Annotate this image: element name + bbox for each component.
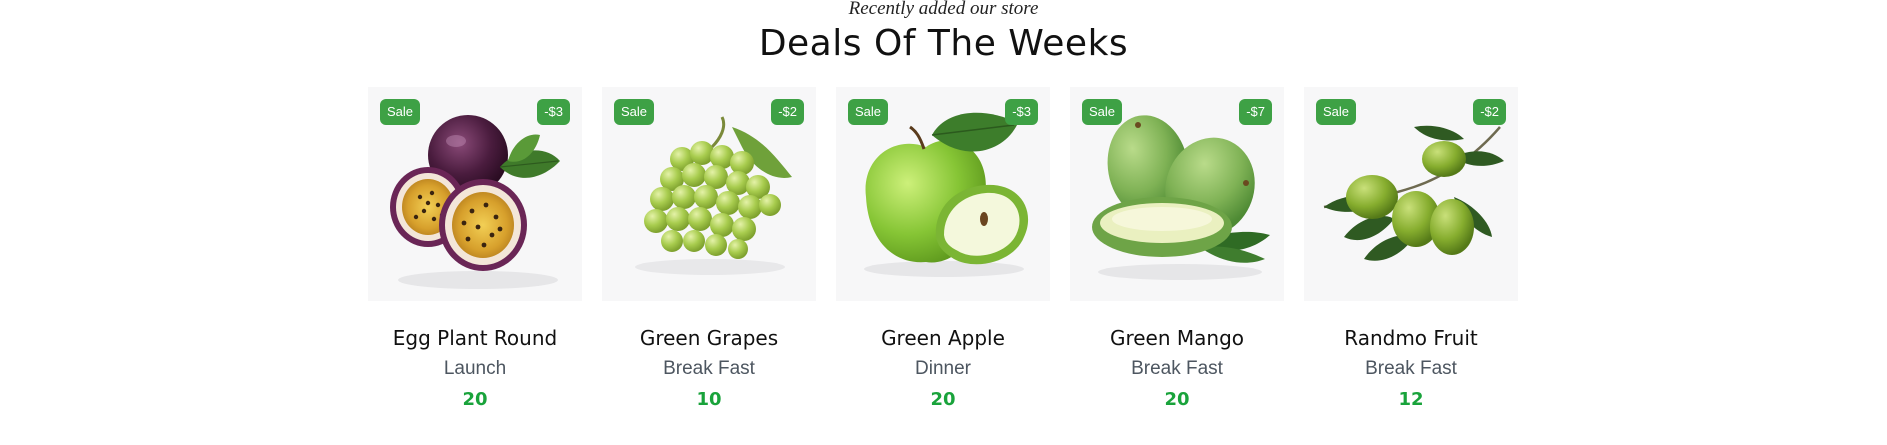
discount-badge: -$3 <box>1005 99 1038 125</box>
product-thumbnail[interactable]: Sale -$2 <box>1304 87 1518 301</box>
product-price: 20 <box>1164 389 1190 410</box>
product-thumbnail[interactable]: Sale -$3 <box>368 87 582 301</box>
sale-badge: Sale <box>1082 99 1123 125</box>
product-price: 10 <box>696 389 722 410</box>
product-category: Dinner <box>915 358 971 379</box>
product-card[interactable]: Sale -$3 Egg Plant Round Launch 20 <box>368 87 582 411</box>
product-category: Break Fast <box>1365 358 1457 379</box>
product-name[interactable]: Green Apple <box>836 325 1050 351</box>
product-price: 12 <box>1398 389 1424 410</box>
product-category: Break Fast <box>1131 358 1223 379</box>
sale-badge: Sale <box>614 99 655 125</box>
product-thumbnail[interactable]: Sale -$3 <box>836 87 1050 301</box>
product-card[interactable]: Sale -$2 Randmo Fruit Break Fast 12 <box>1304 87 1518 411</box>
product-grid: Sale -$3 Egg Plant Round Launch 20 Sale … <box>368 87 1518 427</box>
product-card[interactable]: Sale -$7 Green Mango Break Fast 20 <box>1070 87 1284 411</box>
discount-badge: -$7 <box>1239 99 1272 125</box>
discount-badge: -$2 <box>1473 99 1506 125</box>
product-thumbnail[interactable]: Sale -$2 <box>602 87 816 301</box>
product-thumbnail[interactable]: Sale -$7 <box>1070 87 1284 301</box>
product-price: 20 <box>930 389 956 410</box>
product-card[interactable]: Sale -$2 Green Grapes Break Fast 10 <box>602 87 816 411</box>
sale-badge: Sale <box>848 99 889 125</box>
discount-badge: -$3 <box>537 99 570 125</box>
section-header: Recently added our store Deals Of The We… <box>0 0 1887 67</box>
product-category: Break Fast <box>663 358 755 379</box>
section-subtitle: Recently added our store <box>848 0 1039 19</box>
product-name[interactable]: Green Grapes <box>602 325 816 351</box>
sale-badge: Sale <box>1316 99 1357 125</box>
sale-badge: Sale <box>380 99 421 125</box>
section-title: Deals Of The Weeks <box>758 23 1129 64</box>
discount-badge: -$2 <box>771 99 804 125</box>
product-price: 20 <box>462 389 488 410</box>
product-card[interactable]: Sale -$3 Green Apple Dinner 20 <box>836 87 1050 411</box>
product-name[interactable]: Randmo Fruit <box>1304 325 1518 351</box>
product-name[interactable]: Egg Plant Round <box>368 325 582 351</box>
product-category: Launch <box>443 358 507 379</box>
product-name[interactable]: Green Mango <box>1070 325 1284 351</box>
